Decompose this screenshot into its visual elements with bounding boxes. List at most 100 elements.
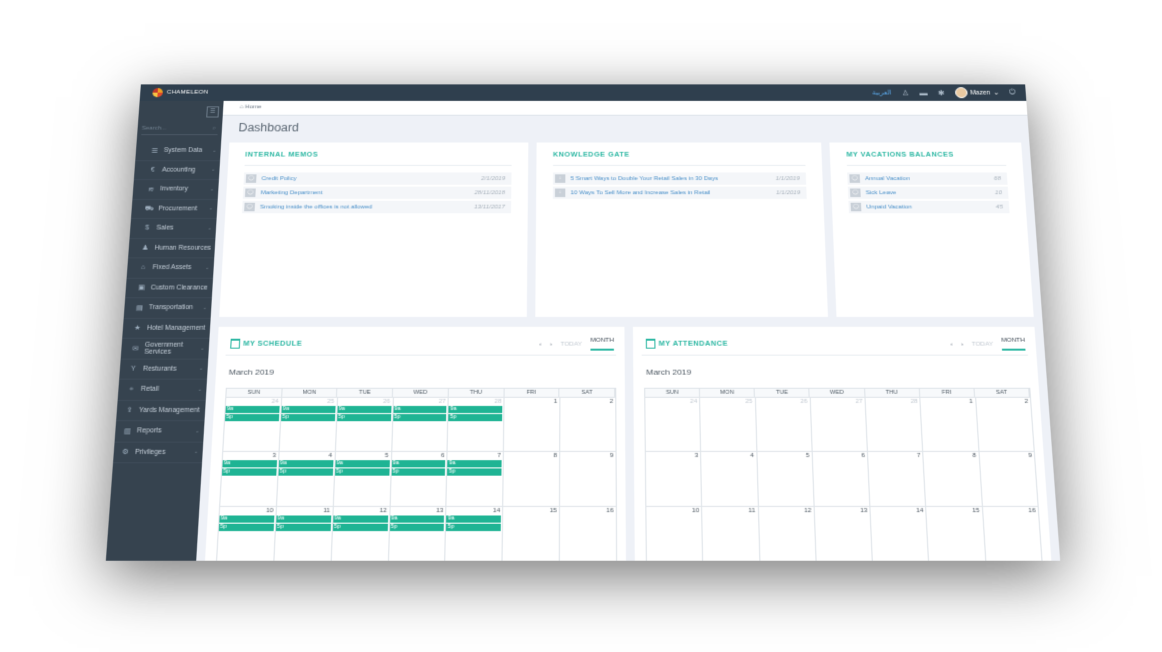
calendar-day-cell[interactable]: 9 — [979, 451, 1039, 507]
event-end[interactable]: 5p — [221, 468, 277, 476]
list-item[interactable]: ↓ 5 Smart Ways to Double Your Retail Sale… — [552, 172, 807, 185]
event-start[interactable]: 9a — [225, 405, 280, 414]
event-start[interactable]: 9a — [337, 405, 392, 414]
event-end[interactable]: 5p — [336, 414, 391, 422]
list-item-link[interactable]: 5 Smart Ways to Double Your Retail Sales… — [571, 176, 719, 182]
event-start[interactable]: 9a — [219, 515, 275, 523]
list-item[interactable]: ◯ Marketing Department 28/11/2018 — [242, 186, 512, 199]
calendar-day-cell[interactable]: 3 9a 5p — [220, 451, 280, 507]
list-item-link[interactable]: 10 Ways To Sell More and Increase Sales … — [571, 190, 711, 196]
event-start[interactable]: 9a — [392, 405, 447, 414]
event-start[interactable]: 9a — [391, 460, 446, 468]
event-end[interactable]: 5p — [280, 414, 335, 422]
list-item[interactable]: ↓ 10 Ways To Sell More and Increase Sales… — [552, 186, 807, 199]
sidebar-item[interactable]: ⌂ Fixed Assets ⌄ — [126, 258, 215, 279]
calendar-day-cell[interactable]: 27 — [810, 397, 869, 452]
calendar-day-cell[interactable]: 8 — [923, 451, 983, 507]
calendar-day-cell[interactable]: 25 9a 5p — [279, 397, 338, 452]
sidebar-item[interactable]: ≋ Inventory ⌄ — [132, 180, 219, 200]
user-menu[interactable]: Mazen ⌄ — [954, 87, 1000, 99]
calendar-day-cell[interactable]: 12 — [758, 506, 817, 561]
calendar-day-cell[interactable]: 5 — [756, 451, 815, 507]
calendar-day-cell[interactable]: 14 — [870, 506, 930, 561]
calendar-day-cell[interactable]: 11 9a 5p — [274, 506, 334, 561]
calendar-day-cell[interactable]: 10 — [646, 506, 704, 561]
sidebar-item[interactable]: ☰ System Data ⌄ — [135, 141, 222, 161]
list-item[interactable]: ◯ Credit Policy 2/1/2019 — [243, 172, 512, 185]
list-item[interactable]: ◯ Sick Leave 10 — [847, 186, 1009, 199]
event-start[interactable]: 9a — [332, 515, 388, 523]
calendar-day-cell[interactable]: 25 — [700, 397, 757, 452]
calendar-day-cell[interactable]: 27 9a 5p — [391, 397, 450, 452]
sidebar-item[interactable]: Y Resturants ⌄ — [119, 359, 209, 380]
calendar-day-cell[interactable]: 6 — [812, 451, 871, 507]
event-end[interactable]: 5p — [275, 523, 331, 532]
event-start[interactable]: 9a — [447, 460, 502, 468]
event-end[interactable]: 5p — [391, 468, 446, 476]
sidebar-item[interactable]: ⇪ Yards Management ⌄ — [116, 400, 206, 422]
event-start[interactable]: 9a — [276, 515, 331, 523]
breadcrumb-home[interactable]: Home — [245, 105, 262, 111]
sidebar-item[interactable]: $ Sales ⌄ — [129, 218, 217, 239]
list-item[interactable]: ◯ Unpaid Vacation 45 — [848, 200, 1010, 214]
calendar-day-cell[interactable]: 24 — [645, 397, 702, 452]
list-item[interactable]: ◯ Smoking inside the offices is not allow… — [241, 200, 512, 214]
event-end[interactable]: 5p — [225, 414, 280, 422]
calendar-day-cell[interactable]: 6 9a 5p — [390, 451, 449, 507]
calendar-day-cell[interactable]: 4 9a 5p — [276, 451, 336, 507]
next-month-button[interactable]: › — [550, 341, 552, 347]
settings-icon[interactable]: ✱ — [938, 89, 945, 97]
calendar-day-cell[interactable]: 26 — [755, 397, 813, 452]
brand-logo[interactable]: CHAMELEON — [152, 88, 209, 98]
calendar-day-cell[interactable]: 16 — [560, 506, 618, 561]
sidebar-item[interactable]: ⌗ Retail ⌄ — [117, 379, 207, 401]
event-start[interactable]: 9a — [448, 405, 503, 414]
sidebar-search-input[interactable]: Search... ⌕ — [141, 123, 219, 136]
event-end[interactable]: 5p — [278, 468, 333, 476]
prev-month-button[interactable]: ‹ — [539, 341, 541, 347]
calendar-day-cell[interactable]: 13 — [814, 506, 874, 561]
event-start[interactable]: 9a — [222, 460, 277, 468]
event-end[interactable]: 5p — [447, 468, 502, 476]
today-button[interactable]: TODAY — [971, 341, 993, 347]
month-view-tab[interactable]: MONTH — [590, 337, 614, 351]
list-item-link[interactable]: Unpaid Vacation — [866, 204, 912, 210]
calendar-day-cell[interactable]: 28 9a 5p — [448, 397, 505, 452]
calendar-day-cell[interactable]: 13 9a 5p — [388, 506, 447, 561]
event-start[interactable]: 9a — [446, 515, 502, 523]
calendar-day-cell[interactable]: 24 9a 5p — [223, 397, 283, 452]
list-item-link[interactable]: Annual Vacation — [865, 176, 910, 182]
calendar-day-cell[interactable]: 3 — [645, 451, 703, 507]
calendar-day-cell[interactable]: 2 — [560, 397, 617, 452]
sidebar-item[interactable]: ⛟ Procurement ⌄ — [130, 199, 218, 219]
event-end[interactable]: 5p — [218, 523, 274, 532]
event-end[interactable]: 5p — [334, 468, 390, 476]
month-view-tab[interactable]: MONTH — [1001, 337, 1026, 351]
calendar-day-cell[interactable]: 1 — [504, 397, 561, 452]
logout-icon[interactable]: ⏻ — [1009, 88, 1016, 97]
sidebar-item[interactable]: ♟ Human Resources ⌄ — [128, 238, 216, 259]
user-profile-icon[interactable]: ♙ — [902, 89, 910, 97]
sidebar-item[interactable]: ⚙ Privileges ⌄ — [113, 442, 204, 464]
sidebar-item[interactable]: € Accounting ⌄ — [133, 160, 221, 181]
calendar-day-cell[interactable]: 15 — [502, 506, 561, 561]
event-start[interactable]: 9a — [389, 515, 445, 523]
language-switch[interactable]: العربية — [872, 89, 892, 96]
next-month-button[interactable]: › — [961, 341, 963, 347]
list-item-link[interactable]: Credit Policy — [261, 176, 296, 182]
sidebar-item[interactable]: ★ Hotel Management ⌄ — [122, 318, 211, 339]
sidebar-item[interactable]: ▤ Transportation ⌄ — [123, 298, 212, 319]
today-button[interactable]: TODAY — [560, 341, 581, 347]
list-item[interactable]: ◯ Annual Vacation 68 — [847, 172, 1008, 185]
calendar-day-cell[interactable]: 12 9a 5p — [331, 506, 391, 561]
calendar-day-cell[interactable]: 4 — [701, 451, 759, 507]
list-item-link[interactable]: Marketing Department — [261, 190, 323, 196]
calendar-day-cell[interactable]: 7 9a 5p — [446, 451, 505, 507]
calendar-day-cell[interactable]: 15 — [926, 506, 987, 561]
sidebar-item[interactable]: ▣ Custom Clearance ⌄ — [125, 278, 214, 299]
calendar-day-cell[interactable]: 16 — [982, 506, 1043, 561]
calendar-day-cell[interactable]: 2 — [975, 397, 1035, 452]
calendar-day-cell[interactable]: 1 — [920, 397, 980, 452]
calendar-day-cell[interactable]: 11 — [702, 506, 760, 561]
calendar-day-cell[interactable]: 5 9a 5p — [333, 451, 392, 507]
